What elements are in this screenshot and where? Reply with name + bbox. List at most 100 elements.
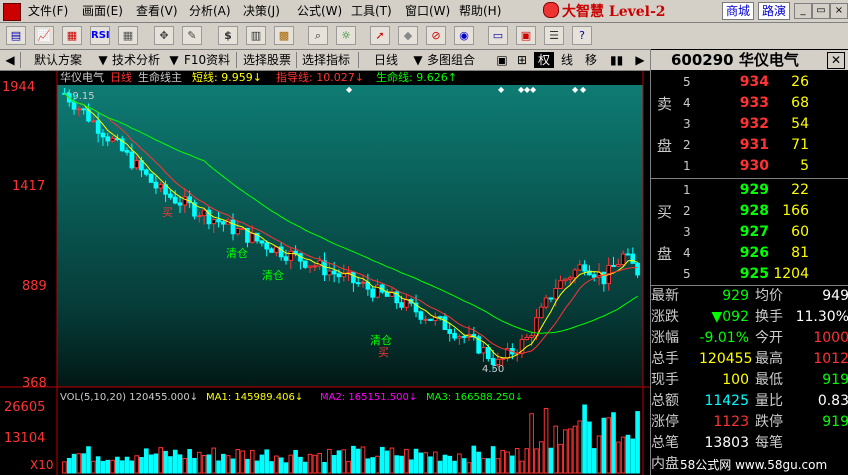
candle-body — [452, 332, 457, 339]
binoculars-icon[interactable]: ⌕ — [308, 26, 328, 45]
app-icon[interactable] — [3, 3, 21, 21]
diamond-icon[interactable]: ◆ — [398, 26, 418, 45]
menu-analysis[interactable]: 分析(A) — [189, 3, 231, 19]
multi-dropdown-icon[interactable]: ▼ — [412, 52, 424, 68]
period-button[interactable]: 日线 — [374, 52, 398, 68]
buy-level-5: 5 925 1204 — [683, 266, 809, 282]
volume-bar — [423, 452, 428, 474]
quote-value: 120455 — [699, 351, 753, 367]
scroll-right-icon[interactable]: ▶ — [634, 52, 646, 68]
list-icon[interactable]: ☰ — [544, 26, 564, 45]
quote-label: 最新 — [651, 288, 679, 304]
grid-toggle-icon[interactable]: ▣ — [496, 52, 508, 68]
default-scheme-button[interactable]: 默认方案 — [34, 52, 82, 68]
rights-button[interactable]: 权 — [534, 52, 555, 68]
sell-level-1: 1 930 5 — [683, 158, 809, 174]
tech-analysis-button[interactable]: 技术分析 — [112, 52, 160, 68]
multi-chart-button[interactable]: 多图组合 — [427, 52, 475, 68]
close-panel-icon[interactable]: ✕ — [827, 52, 845, 69]
menu-decision[interactable]: 决策(J) — [243, 3, 280, 19]
menu-window[interactable]: 窗口(W) — [405, 3, 450, 19]
menu-view-screen[interactable]: 画面(E) — [82, 3, 123, 19]
candle-body — [524, 336, 530, 341]
line-button[interactable]: 线 — [561, 52, 573, 68]
volume-bar — [375, 455, 380, 474]
sell-level-2: 2 931 71 — [683, 137, 809, 153]
volume-bar — [312, 454, 318, 474]
no-sign-icon[interactable]: ⊘ — [426, 26, 446, 45]
volume-bar — [365, 458, 371, 474]
volume-bar — [616, 441, 621, 474]
screen-icon[interactable]: ▣ — [516, 26, 536, 45]
volume-bar — [148, 454, 154, 474]
alarm-icon[interactable]: ☼ — [336, 26, 356, 45]
close-button[interactable]: × — [830, 3, 848, 19]
menu-formula[interactable]: 公式(W) — [297, 3, 342, 19]
scroll-left-icon[interactable]: ◀ — [4, 52, 16, 68]
candle-body — [196, 215, 202, 218]
trend-chart-icon[interactable]: 📈 — [34, 26, 54, 45]
menu-view[interactable]: 查看(V) — [136, 3, 178, 19]
candle-body — [635, 262, 640, 276]
volume-bar — [519, 460, 525, 474]
volume-bar — [601, 417, 607, 474]
volume-bar — [221, 453, 226, 474]
candle-body — [423, 318, 428, 321]
volume-bar — [62, 461, 67, 474]
dollar-icon[interactable]: $ — [218, 26, 238, 45]
menu-tools[interactable]: 工具(T) — [351, 3, 392, 19]
f10-dropdown-icon[interactable]: ▼ — [168, 52, 180, 68]
candle-body — [134, 160, 139, 169]
rsi-icon[interactable]: RSI — [90, 26, 110, 45]
y-tick-bottom: 368 — [22, 376, 47, 391]
quote-label: 每笔 — [755, 435, 783, 451]
volume-bar — [211, 447, 217, 474]
add-icon[interactable]: ⊞ — [516, 52, 528, 68]
circle-icon[interactable]: ◉ — [454, 26, 474, 45]
vol-tick-top: 26605 — [4, 400, 45, 415]
tab-mall[interactable]: 商城 — [722, 2, 755, 20]
diamond-marker-icon: ◆ — [580, 85, 587, 94]
arrow-up-icon[interactable]: ➚ — [370, 26, 390, 45]
window-icon[interactable]: ▭ — [488, 26, 508, 45]
volume-bar — [235, 449, 241, 474]
select-indicator-button[interactable]: 选择指标 — [302, 52, 350, 68]
pen-icon[interactable]: ✎ — [182, 26, 202, 45]
menu-help[interactable]: 帮助(H) — [459, 3, 501, 19]
volume-bar — [278, 457, 284, 474]
minimize-button[interactable]: _ — [794, 3, 812, 19]
f10-button[interactable]: F10资料 — [184, 52, 230, 68]
grid-icon[interactable]: ▦ — [118, 26, 138, 45]
guide-line-label: 指导线: 10.027↓ — [276, 71, 364, 84]
volume-bar — [153, 453, 159, 474]
ruler-icon[interactable]: ▩ — [274, 26, 294, 45]
menu-file[interactable]: 文件(F) — [28, 3, 68, 19]
move-button[interactable]: 移 — [585, 52, 597, 68]
diamond-marker-icon: ◆ — [572, 85, 579, 94]
volume-bar — [567, 428, 573, 474]
bars-icon[interactable]: ▥ — [246, 26, 266, 45]
divider — [651, 178, 848, 179]
restore-button[interactable]: ▭ — [812, 3, 830, 19]
buy-level-1: 1 929 22 — [683, 182, 809, 198]
volume-bar — [572, 425, 578, 474]
timeshare-icon[interactable]: ▦ — [62, 26, 82, 45]
tab-roadshow[interactable]: 路演 — [758, 2, 791, 20]
candle-body — [269, 248, 274, 253]
kline-icon[interactable]: ▤ — [6, 26, 26, 45]
kline-chart[interactable]: 华仪电气 日线 生命线主 短线: 9.959↓ 指导线: 10.027↓ 生命线… — [0, 71, 650, 475]
buy-level-4: 4 926 81 — [683, 245, 809, 261]
separator — [296, 52, 297, 68]
volume-bar — [485, 458, 491, 474]
help-cursor-icon[interactable]: ? — [572, 26, 592, 45]
volume-bar — [389, 447, 395, 474]
tech-dropdown-icon[interactable]: ▼ — [97, 52, 109, 68]
pause-icon[interactable]: ▮▮ — [610, 52, 623, 68]
candle-body — [620, 253, 626, 265]
candle-body — [437, 316, 443, 319]
sell-level-4: 4 933 68 — [683, 95, 809, 111]
volume-bar — [327, 448, 332, 474]
move-icon[interactable]: ✥ — [154, 26, 174, 45]
volume-bar — [625, 434, 631, 474]
select-stock-button[interactable]: 选择股票 — [243, 52, 291, 68]
